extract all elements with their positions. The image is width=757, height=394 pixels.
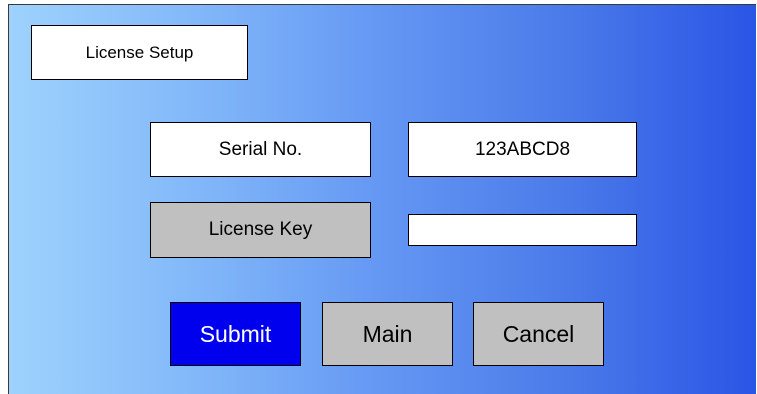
serial-number-value-text: 123ABCD8 xyxy=(474,138,571,160)
cancel-button[interactable]: Cancel xyxy=(473,302,604,366)
serial-number-label: Serial No. xyxy=(150,122,371,177)
license-key-input[interactable] xyxy=(408,214,637,246)
serial-number-label-text: Serial No. xyxy=(218,138,303,160)
submit-button-label: Submit xyxy=(199,320,272,347)
license-key-label-text: License Key xyxy=(208,219,313,240)
cancel-button-label: Cancel xyxy=(502,320,575,347)
submit-button[interactable]: Submit xyxy=(170,302,301,366)
main-button[interactable]: Main xyxy=(322,302,453,366)
license-setup-screen: License Setup Serial No. 123ABCD8 Licens… xyxy=(8,4,756,394)
serial-number-value: 123ABCD8 xyxy=(408,122,637,177)
license-key-label: License Key xyxy=(150,202,371,258)
page-title-text: License Setup xyxy=(85,42,194,62)
page-title: License Setup xyxy=(31,25,248,80)
main-button-label: Main xyxy=(362,320,413,347)
